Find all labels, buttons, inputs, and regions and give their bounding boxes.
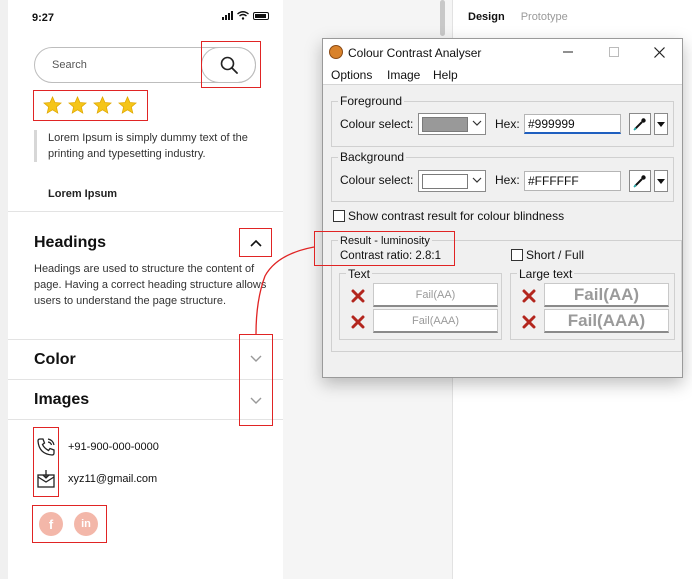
accordion-title-color[interactable]: Color [34,351,76,369]
highlight-box [239,228,272,257]
close-icon [653,46,665,58]
text-result-group: Text Fail(AA) Fail(AAA) [339,267,502,340]
large-text-result-group: Large text Fail(AA) Fail(AAA) [510,267,675,340]
status-icons [222,11,269,20]
foreground-select-label: Colour select: [340,117,414,131]
menu-help[interactable]: Help [433,68,458,82]
background-label: Background [338,150,407,164]
background-swatch [422,174,468,189]
fail-icon [351,289,365,303]
window-titlebar[interactable]: Colour Contrast Analyser [323,39,682,65]
caret-down-icon [657,121,665,127]
accordion-title-images[interactable]: Images [34,391,89,409]
foreground-hex-input[interactable]: #999999 [524,114,621,134]
fail-icon [522,289,536,303]
background-group: Background Colour select: Hex: #FFFFFF [331,150,674,202]
background-colour-select[interactable] [418,170,486,192]
minimize-button[interactable] [551,42,585,62]
accordion-title-headings[interactable]: Headings [34,234,106,252]
foreground-group: Foreground Colour select: Hex: #999999 [331,94,674,147]
properties-tabs: Design Prototype [468,11,568,23]
window-title: Colour Contrast Analyser [348,46,482,60]
palette-icon [329,45,343,59]
text-result-label: Text [346,267,373,281]
short-full-checkbox[interactable] [511,249,523,261]
background-hex-label: Hex: [495,173,520,187]
foreground-hex-label: Hex: [495,117,520,131]
highlight-box [32,505,107,543]
text-aa-result: Fail(AA) [373,283,498,307]
search-input[interactable]: Search [52,59,87,71]
maximize-button[interactable] [597,42,631,62]
highlight-box [239,334,273,426]
status-time: 9:27 [32,12,55,24]
highlight-box [314,231,455,266]
chevron-down-icon [472,120,482,126]
divider [8,211,283,212]
wifi-icon [237,11,249,20]
battery-icon [253,11,269,20]
foreground-options-dropdown[interactable] [654,113,668,135]
highlight-box [33,90,148,121]
caret-down-icon [657,178,665,184]
contact-phone[interactable]: +91-900-000-0000 [68,441,159,453]
eyedropper-icon [633,118,646,131]
signal-icon [222,11,233,20]
background-options-dropdown[interactable] [654,170,668,192]
background-select-label: Colour select: [340,173,414,187]
foreground-eyedropper-button[interactable] [629,113,651,135]
contact-email[interactable]: xyz11@gmail.com [68,473,157,485]
large-text-result-label: Large text [517,267,575,281]
eyedropper-icon [633,175,646,188]
background-hex-input[interactable]: #FFFFFF [524,171,621,191]
fail-icon [522,315,536,329]
contrast-analyser-window: Colour Contrast Analyser Options Image H… [322,38,683,378]
menu-image[interactable]: Image [387,68,420,82]
highlight-box [33,427,59,497]
testimonial-quote: Lorem Ipsum is simply dummy text of the … [34,130,268,162]
short-full-label: Short / Full [526,248,585,262]
status-bar: 9:27 [8,0,283,34]
colour-blindness-checkbox[interactable] [333,210,345,222]
menu-bar: Options Image Help [323,65,682,85]
accordion-body-headings: Headings are used to structure the conte… [34,263,267,307]
close-button[interactable] [642,42,676,62]
foreground-label: Foreground [338,94,405,108]
fail-icon [351,315,365,329]
text-aaa-result: Fail(AAA) [373,309,498,333]
large-text-aa-result: Fail(AA) [544,283,669,307]
colour-blindness-label: Show contrast result for colour blindnes… [348,209,565,223]
tab-design[interactable]: Design [468,11,505,23]
canvas-background [0,0,8,579]
highlight-box [201,41,261,88]
chevron-down-icon [472,177,482,183]
tab-prototype[interactable]: Prototype [521,11,568,23]
foreground-swatch [422,117,468,132]
background-eyedropper-button[interactable] [629,170,651,192]
foreground-colour-select[interactable] [418,113,486,135]
large-text-aaa-result: Fail(AAA) [544,309,669,333]
menu-options[interactable]: Options [331,68,372,82]
canvas-scroll-handle[interactable] [440,0,445,36]
testimonial-author: Lorem Ipsum [48,188,118,200]
